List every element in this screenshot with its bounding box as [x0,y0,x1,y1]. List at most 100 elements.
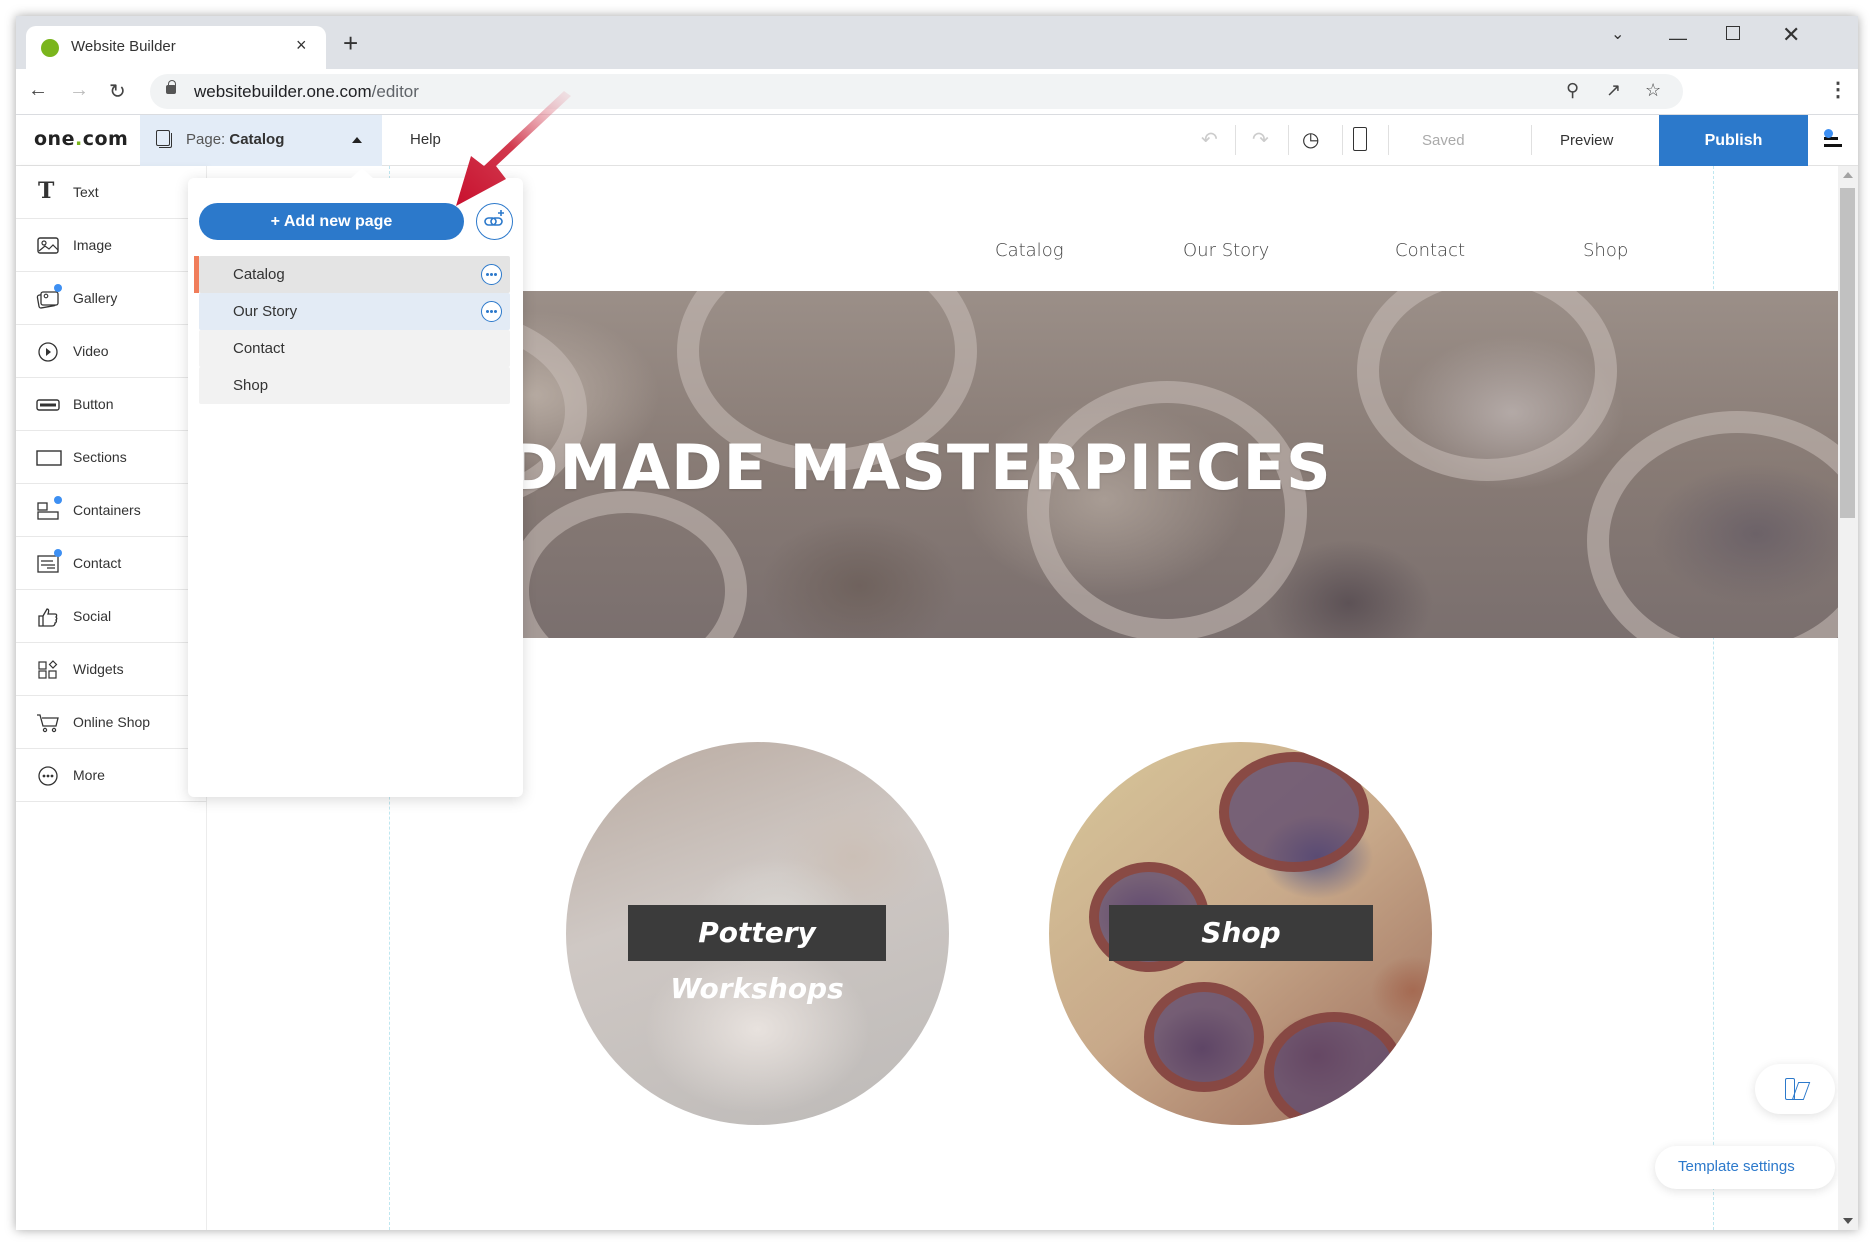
save-status: Saved [1422,132,1465,149]
mobile-view-icon[interactable] [1353,127,1367,151]
site-nav-catalog[interactable]: Catalog [995,240,1064,261]
page-options-icon[interactable] [481,264,502,285]
page-name: Catalog [233,266,285,283]
shop-label: Shop [1109,905,1373,961]
divider [1288,125,1289,155]
sidebar-item-text[interactable]: T Text [16,166,207,219]
add-new-page-button[interactable]: + Add new page [199,203,464,240]
browser-tab[interactable]: Website Builder × [26,26,326,69]
page-name: Contact [233,340,285,357]
text-icon: T [38,178,55,204]
publish-button[interactable]: Publish [1659,115,1808,166]
sidebar-item-label: Online Shop [73,714,151,730]
divider [1342,125,1343,155]
scroll-down-icon[interactable] [1843,1218,1853,1224]
editor-header: one.com Page: Catalog Help ↶ ↷ ◷ Saved P… [16,115,1858,166]
undo-icon[interactable]: ↶ [1201,127,1218,152]
widgets-icon [36,659,60,681]
divider [1388,125,1389,155]
tab-title: Website Builder [71,38,176,55]
sidebar-item-label: Sections [73,449,127,465]
new-badge-dot [54,549,62,557]
page-selector-label: Page: Catalog [186,131,285,148]
browser-window: Website Builder × + ⌄ — ✕ ← → ↻ websiteb… [16,16,1858,1230]
page-options-icon[interactable] [481,301,502,322]
canvas-scrollbar[interactable] [1838,166,1858,1230]
one-com-logo[interactable]: one.com [34,128,128,150]
sidebar-item-label: Button [73,396,114,412]
zoom-out-icon[interactable]: ⚲ [1566,80,1579,101]
annotation-arrow [456,91,571,206]
favicon-icon [41,39,59,57]
sidebar-item-social[interactable]: Social [16,590,207,643]
preview-button[interactable]: Preview [1560,132,1613,149]
sidebar-item-contact[interactable]: Contact [16,537,207,590]
current-page-indicator [194,256,199,293]
panel-notch [350,168,374,179]
share-icon[interactable]: ↗ [1606,80,1621,101]
lock-icon [166,80,176,94]
redo-icon[interactable]: ↷ [1252,127,1269,152]
maximize-icon[interactable] [1726,26,1740,40]
close-tab-icon[interactable]: × [296,35,307,56]
forward-icon[interactable]: → [69,79,89,102]
bookmark-star-icon[interactable]: ☆ [1645,80,1661,101]
sidebar-item-widgets[interactable]: Widgets [16,643,207,696]
address-bar-row: ← → ↻ websitebuilder.one.com/editor ⚲ ↗ … [16,69,1858,115]
sidebar-item-label: Widgets [73,661,124,677]
sidebar-item-more[interactable]: More [16,749,207,802]
thumbs-up-icon [36,606,60,628]
pottery-workshops-image[interactable]: Pottery Workshops [566,742,949,1125]
template-settings-label: Template settings [1678,1158,1795,1175]
tab-search-icon[interactable]: ⌄ [1611,24,1624,44]
divider [1235,125,1236,155]
site-nav-contact[interactable]: Contact [1395,240,1465,261]
sidebar-item-button[interactable]: Button [16,378,207,431]
sidebar-item-video[interactable]: Video [16,325,207,378]
caret-up-icon [352,137,362,143]
sidebar-item-sections[interactable]: Sections [16,431,207,484]
divider [1531,125,1532,155]
sidebar-item-label: Gallery [73,290,118,306]
sidebar-item-image[interactable]: Image [16,219,207,272]
back-icon[interactable]: ← [28,79,48,102]
video-icon [36,341,60,363]
sidebar-item-label: Image [73,237,112,253]
close-window-icon[interactable]: ✕ [1782,22,1800,48]
page-selector-dropdown[interactable]: Page: Catalog [140,115,382,166]
editor-menu-icon[interactable] [1824,129,1842,147]
sidebar-item-containers[interactable]: Containers [16,484,207,537]
scrollbar-thumb[interactable] [1840,188,1855,518]
pages-panel: + Add new page Catalog Our Story Contact Sh… [188,168,523,797]
page-item-catalog[interactable]: Catalog [194,256,510,293]
sidebar-item-online-shop[interactable]: Online Shop [16,696,207,749]
sidebar-item-label: Contact [73,555,122,571]
new-tab-button[interactable]: + [343,30,358,56]
page-item-our-story[interactable]: Our Story [199,293,510,330]
pages-icon [156,130,172,148]
url-input[interactable]: websitebuilder.one.com/editor ⚲ ↗ ☆ [150,74,1683,109]
hero-headline: DMADE MASTERPIECES [507,431,1332,504]
url-text: websitebuilder.one.com/editor [194,82,419,101]
browser-menu-icon[interactable]: ⋮ [1828,77,1848,102]
design-palette-button[interactable] [1755,1064,1835,1114]
minimize-icon[interactable]: — [1669,28,1687,49]
sections-icon [36,447,62,469]
new-badge-dot [54,284,62,292]
sidebar-item-gallery[interactable]: Gallery [16,272,207,325]
sidebar-item-label: Social [73,608,112,624]
template-settings-button[interactable]: Template settings [1655,1146,1835,1189]
tab-bar: Website Builder × + ⌄ — ✕ [16,16,1858,69]
button-icon [36,394,60,416]
scroll-up-icon[interactable] [1843,172,1853,178]
image-icon [36,235,60,257]
history-icon[interactable]: ◷ [1302,127,1319,152]
page-item-shop[interactable]: Shop [199,367,510,404]
page-name: Our Story [233,303,298,320]
page-item-contact[interactable]: Contact [199,330,510,367]
site-nav-our-story[interactable]: Our Story [1183,240,1269,261]
reload-icon[interactable]: ↻ [109,79,126,104]
shop-image[interactable]: Shop [1049,742,1432,1125]
site-nav-shop[interactable]: Shop [1583,240,1628,261]
pottery-workshops-label: Pottery Workshops [628,905,886,1005]
